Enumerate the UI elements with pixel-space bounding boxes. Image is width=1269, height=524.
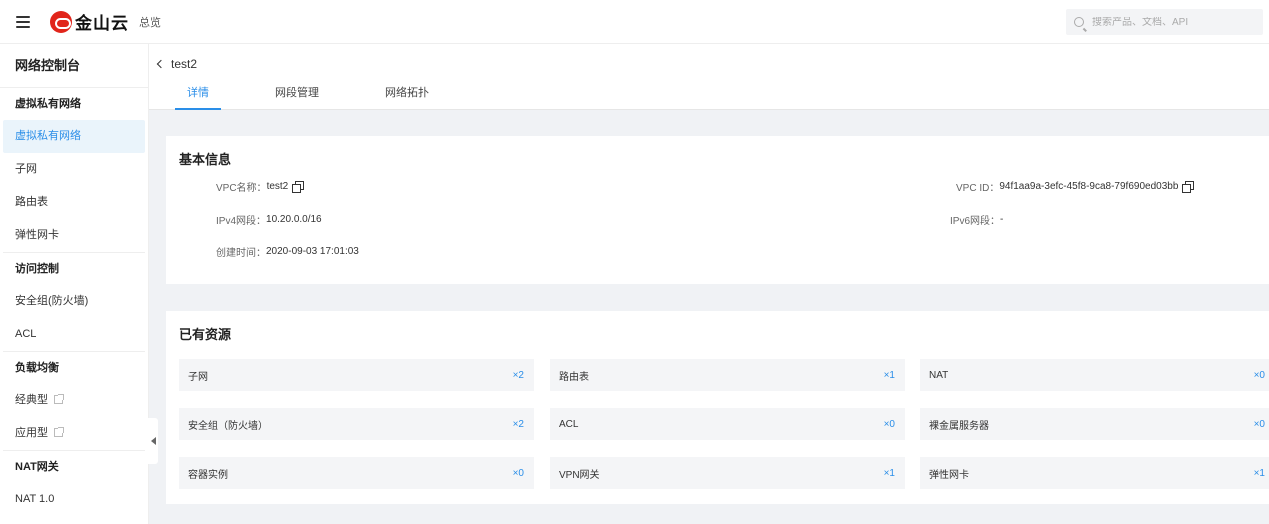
resource-name: ACL: [559, 418, 579, 430]
sidebar-item-application-lb[interactable]: 应用型: [0, 417, 148, 450]
resource-count: ×0: [883, 418, 895, 430]
basic-info-card: 基本信息 VPC名称： test2 IPv4网段： 10.20.0.0/16 创…: [166, 136, 1269, 284]
sidebar: 网络控制台 虚拟私有网络 虚拟私有网络 子网 路由表 弹性网卡 访问控制 安全组…: [0, 44, 149, 524]
search-box[interactable]: [1066, 9, 1263, 35]
resources-title: 已有资源: [179, 327, 232, 342]
basic-info-title: 基本信息: [179, 152, 232, 167]
created-time-label: 创建时间：: [216, 248, 266, 259]
page-title: test2: [171, 57, 198, 71]
resource-count: ×0: [512, 467, 524, 479]
caret-left-icon: [150, 437, 156, 445]
resource-count: ×2: [512, 418, 524, 430]
resource-name: 安全组（防火墙）: [188, 420, 268, 432]
search-input[interactable]: [1092, 16, 1252, 28]
ipv4-row: IPv4网段： 10.20.0.0/16: [216, 212, 322, 227]
tab-network-topology[interactable]: 网络拓扑: [373, 84, 441, 110]
ipv6-value: -: [1000, 214, 1004, 225]
tab-details[interactable]: 详情: [175, 84, 221, 110]
sidebar-item-classic-lb[interactable]: 经典型: [0, 384, 148, 417]
search-icon: [1074, 17, 1084, 27]
ipv4-value: 10.20.0.0/16: [266, 214, 322, 225]
sidebar-item-label: 经典型: [15, 394, 48, 406]
sidebar-collapse-button[interactable]: [148, 418, 158, 464]
sidebar-group-vpc: 虚拟私有网络: [15, 98, 81, 110]
resource-count: ×2: [512, 369, 524, 381]
copy-icon[interactable]: [292, 181, 305, 193]
chevron-left-icon: [156, 59, 166, 69]
created-time-value: 2020-09-03 17:01:03: [266, 246, 359, 257]
ipv6-label: IPv6网段：: [950, 216, 1001, 227]
sidebar-group-load-balancer: 负载均衡: [15, 362, 59, 374]
resource-name: 路由表: [559, 371, 589, 383]
external-link-icon: [54, 427, 64, 437]
resource-count: ×0: [1253, 369, 1265, 381]
external-link-icon: [54, 394, 64, 404]
sidebar-item-label: 应用型: [15, 427, 48, 439]
logo[interactable]: 金山云: [50, 9, 129, 34]
resource-bare-metal[interactable]: 裸金属服务器 ×0: [920, 408, 1269, 440]
vpc-name-value: test2: [266, 181, 289, 192]
page-header: test2 详情 网段管理 网络拓扑: [149, 44, 1269, 110]
tab-cidr-management[interactable]: 网段管理: [263, 84, 331, 110]
copy-icon[interactable]: [1182, 181, 1195, 193]
vpc-name-row: VPC名称： test2: [216, 179, 305, 194]
resource-eni[interactable]: 弹性网卡 ×1: [920, 457, 1269, 489]
sidebar-item-subnet[interactable]: 子网: [0, 153, 148, 186]
sidebar-item-vpc[interactable]: 虚拟私有网络: [3, 120, 145, 153]
sidebar-title: 网络控制台: [0, 44, 148, 88]
cloud-logo-icon: [50, 10, 72, 33]
resource-route-table[interactable]: 路由表 ×1: [550, 359, 905, 391]
sidebar-item-nat-1[interactable]: NAT 1.0: [0, 483, 148, 516]
sidebar-group-nat: NAT网关: [15, 461, 59, 473]
logo-text: 金山云: [75, 14, 129, 33]
vpc-id-row: VPC ID： 94f1aa9a-3efc-45f8-9ca8-79f690ed…: [956, 179, 1195, 194]
vpc-id-value: 94f1aa9a-3efc-45f8-9ca8-79f690ed03bb: [999, 181, 1179, 192]
resource-count: ×1: [1253, 467, 1265, 479]
resource-count: ×0: [1253, 418, 1265, 430]
resource-acl[interactable]: ACL ×0: [550, 408, 905, 440]
sidebar-item-security-group[interactable]: 安全组(防火墙): [0, 285, 148, 318]
resource-count: ×1: [883, 467, 895, 479]
tab-bar: 详情 网段管理 网络拓扑: [175, 84, 483, 110]
ipv4-label: IPv4网段：: [216, 216, 267, 227]
vpc-id-label: VPC ID：: [956, 183, 1000, 194]
sidebar-item-acl[interactable]: ACL: [0, 318, 148, 351]
resource-nat[interactable]: NAT ×0: [920, 359, 1269, 391]
resource-container-instance[interactable]: 容器实例 ×0: [179, 457, 534, 489]
sidebar-group-access-control: 访问控制: [15, 263, 59, 275]
resource-security-group[interactable]: 安全组（防火墙） ×2: [179, 408, 534, 440]
resource-name: VPN网关: [559, 469, 600, 481]
sidebar-item-route-table[interactable]: 路由表: [0, 186, 148, 219]
back-link[interactable]: test2: [156, 57, 198, 71]
resource-subnet[interactable]: 子网 ×2: [179, 359, 534, 391]
resource-name: 子网: [188, 371, 208, 383]
resource-name: 容器实例: [188, 469, 228, 481]
created-time-row: 创建时间： 2020-09-03 17:01:03: [216, 244, 359, 259]
sidebar-item-eni[interactable]: 弹性网卡: [0, 219, 148, 252]
resource-vpn-gateway[interactable]: VPN网关 ×1: [550, 457, 905, 489]
ipv6-row: IPv6网段： -: [950, 212, 1003, 227]
resource-name: 裸金属服务器: [929, 420, 989, 432]
resources-card: 已有资源 子网 ×2 路由表 ×1 NAT ×0 安全组（防火墙） ×2 ACL…: [166, 311, 1269, 504]
resource-count: ×1: [883, 369, 895, 381]
overview-link[interactable]: 总览: [139, 14, 161, 30]
top-bar: 金山云 总览: [0, 0, 1269, 44]
hamburger-menu-icon[interactable]: [16, 15, 30, 28]
vpc-name-label: VPC名称：: [216, 183, 267, 194]
resource-name: 弹性网卡: [929, 469, 969, 481]
resource-name: NAT: [929, 369, 949, 381]
